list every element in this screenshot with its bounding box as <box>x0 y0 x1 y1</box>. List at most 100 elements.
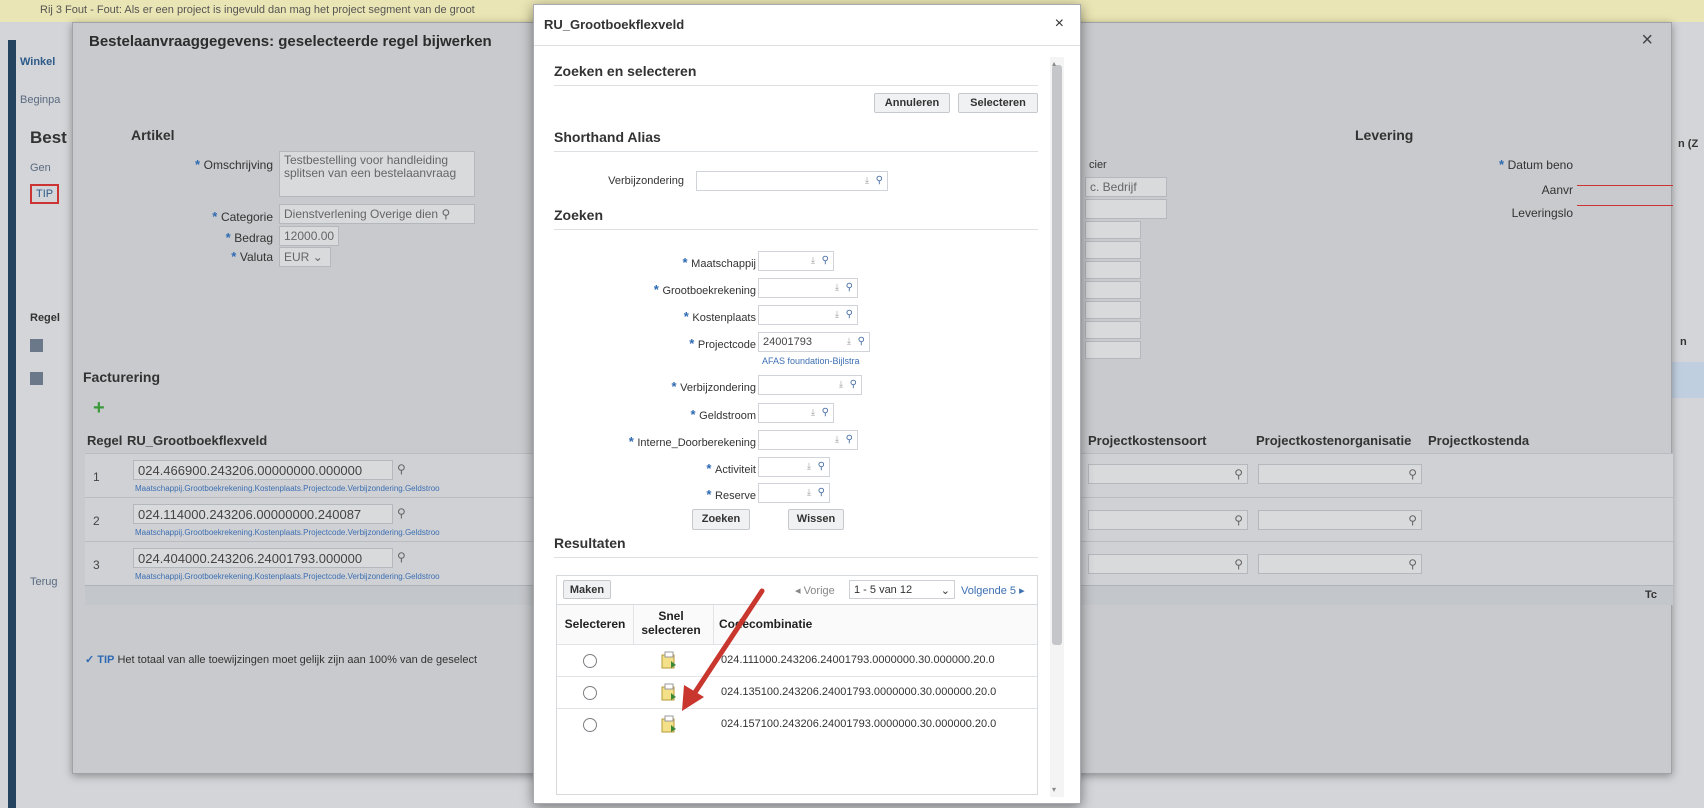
activiteit-input[interactable]: ⤓ ⚲ <box>758 457 830 477</box>
bedrag-input[interactable]: 12000.00 <box>279 226 339 246</box>
segment-link[interactable]: Maatschappij.Grootboekrekening.Kostenpla… <box>135 572 440 581</box>
maken-button[interactable]: Maken <box>563 580 611 599</box>
aux-input-7[interactable] <box>1085 321 1141 339</box>
result-row: 024.157100.243206.24001793.0000000.30.00… <box>557 708 1037 740</box>
aux-input-8[interactable] <box>1085 341 1141 359</box>
reserve-label: * Reserve <box>706 487 756 502</box>
segment-link[interactable]: Maatschappij.Grootboekrekening.Kostenpla… <box>135 528 440 537</box>
select-radio[interactable] <box>583 654 597 668</box>
aux-input-1[interactable] <box>1085 199 1167 219</box>
segment-link[interactable]: Maatschappij.Grootboekrekening.Kostenpla… <box>135 484 440 493</box>
search-icon[interactable]: ⚲ <box>397 506 406 520</box>
search-icon[interactable]: ⚲ <box>846 434 853 445</box>
maatschappij-input[interactable]: ⤓ ⚲ <box>758 251 834 271</box>
aux-input-6[interactable] <box>1085 301 1141 319</box>
geldstroom-input[interactable]: ⤓ ⚲ <box>758 403 834 423</box>
divider <box>554 151 1038 152</box>
projectkostenorganisatie-input[interactable]: ⚲ <box>1258 554 1422 574</box>
projectkostensoort-input[interactable]: ⚲ <box>1088 464 1248 484</box>
shorthand-alias-heading: Shorthand Alias <box>554 129 661 145</box>
search-icon[interactable]: ⚲ <box>822 407 829 418</box>
wissen-button[interactable]: Wissen <box>788 509 844 530</box>
aux-input-5[interactable] <box>1085 281 1141 299</box>
kostenplaats-input[interactable]: ⤓ ⚲ <box>758 305 858 325</box>
search-icon[interactable]: ⚲ <box>1234 467 1243 481</box>
search-icon[interactable]: ⚲ <box>1234 557 1243 571</box>
range-select[interactable]: 1 - 5 van 12 ⌄ <box>849 580 955 599</box>
aanvr-label: Aanvr <box>1541 183 1573 197</box>
aux-input-4[interactable] <box>1085 261 1141 279</box>
result-row: 024.135100.243206.24001793.0000000.30.00… <box>557 676 1037 708</box>
valuta-select[interactable]: EUR ⌄ <box>279 247 331 267</box>
zoeken-button[interactable]: Zoeken <box>692 509 750 530</box>
result-row: 024.111000.243206.24001793.0000000.30.00… <box>557 644 1037 676</box>
close-icon[interactable]: × <box>1641 29 1653 52</box>
projectcode-input[interactable]: 24001793 ⤓ ⚲ <box>758 332 870 352</box>
verbijzondering-input[interactable]: ⤓ ⚲ <box>758 375 862 395</box>
search-icon[interactable]: ⚲ <box>397 462 406 476</box>
breadcrumb[interactable]: Beginpa <box>20 94 60 106</box>
scroll-down-icon[interactable]: ▾ <box>1052 785 1056 794</box>
scroll-up-icon[interactable]: ▴ <box>1052 59 1056 68</box>
facturering-heading: Facturering <box>83 369 161 385</box>
search-icon[interactable]: ⚲ <box>846 309 853 320</box>
projectkostenorganisatie-input[interactable]: ⚲ <box>1258 510 1422 530</box>
bg-checkbox-1[interactable] <box>30 339 43 352</box>
quick-select-icon[interactable] <box>661 715 677 733</box>
close-icon[interactable]: × <box>1055 15 1064 33</box>
search-icon[interactable]: ⚲ <box>1408 557 1417 571</box>
categorie-input[interactable]: Dienstverlening Overige dien ⚲ <box>279 204 475 224</box>
search-icon[interactable]: ⚲ <box>846 282 853 293</box>
search-icon[interactable]: ⚲ <box>397 550 406 564</box>
search-icon[interactable]: ⚲ <box>818 487 825 498</box>
alias-input[interactable]: ⤓ ⚲ <box>696 171 888 191</box>
tip-label: TIP <box>97 654 115 666</box>
aux-input-2[interactable] <box>1085 221 1141 239</box>
bg-terug-link[interactable]: Terug <box>30 576 58 588</box>
search-icon[interactable]: ⚲ <box>818 461 825 472</box>
vorige-link[interactable]: ◂ Vorige <box>795 584 835 597</box>
plus-icon[interactable]: + <box>93 397 105 420</box>
search-icon[interactable]: ⚲ <box>876 175 883 186</box>
row-number: 2 <box>93 514 100 528</box>
reserve-input[interactable]: ⤓ ⚲ <box>758 483 830 503</box>
categorie-label: * Categorie <box>212 209 273 224</box>
search-icon[interactable]: ⚲ <box>1408 467 1417 481</box>
ru-dialog-title: RU_Grootboekflexveld <box>544 17 685 32</box>
search-icon[interactable]: ⚲ <box>441 207 450 221</box>
projectkostensoort-input[interactable]: ⚲ <box>1088 510 1248 530</box>
omschrijving-textarea[interactable]: Testbestelling voor handleiding splitsen… <box>279 151 475 197</box>
leveringslo-label: Leveringslo <box>1511 206 1573 220</box>
activiteit-label: * Activiteit <box>706 461 756 476</box>
search-icon[interactable]: ⚲ <box>858 336 865 347</box>
bg-checkbox-2[interactable] <box>30 372 43 385</box>
scrollbar-thumb[interactable] <box>1052 65 1062 645</box>
bedrijf-input[interactable]: c. Bedrijf <box>1085 177 1167 197</box>
select-radio[interactable] <box>583 718 597 732</box>
account-input[interactable]: 024.114000.243206.00000000.240087 <box>133 504 393 524</box>
col-projectkostenorganisatie: Projectkostenorganisatie <box>1256 433 1412 448</box>
annuleren-button[interactable]: Annuleren <box>874 93 950 113</box>
search-icon[interactable]: ⚲ <box>850 379 857 390</box>
chevron-down-icon: ⌄ <box>312 250 323 264</box>
projectkostenorganisatie-input[interactable]: ⚲ <box>1258 464 1422 484</box>
tab-winkel[interactable]: Winkel <box>20 56 55 68</box>
select-radio[interactable] <box>583 686 597 700</box>
search-icon[interactable]: ⚲ <box>822 255 829 266</box>
tip-text: Het totaal van alle toewijzingen moet ge… <box>117 654 478 666</box>
account-input[interactable]: 024.404000.243206.24001793.000000 <box>133 548 393 568</box>
account-input[interactable]: 024.466900.243206.00000000.000000 <box>133 460 393 480</box>
grootboekrekening-input[interactable]: ⤓ ⚲ <box>758 278 858 298</box>
aux-input-3[interactable] <box>1085 241 1141 259</box>
interne-doorberekening-label: * Interne_Doorberekening <box>628 434 756 449</box>
bg-tip-badge: TIP <box>30 184 60 204</box>
search-icon[interactable]: ⚲ <box>1234 513 1243 527</box>
selecteren-button[interactable]: Selecteren <box>958 93 1038 113</box>
search-icon[interactable]: ⚲ <box>1408 513 1417 527</box>
ru-grootboekflexveld-dialog: RU_Grootboekflexveld × Zoeken en selecte… <box>533 4 1081 804</box>
interne-doorberekening-input[interactable]: ⤓ ⚲ <box>758 430 858 450</box>
volgende-link[interactable]: Volgende 5 ▸ <box>961 584 1025 597</box>
col-ru-grootboekflexveld: RU_Grootboekflexveld <box>127 433 268 448</box>
required-line-2 <box>1577 205 1673 206</box>
projectkostensoort-input[interactable]: ⚲ <box>1088 554 1248 574</box>
